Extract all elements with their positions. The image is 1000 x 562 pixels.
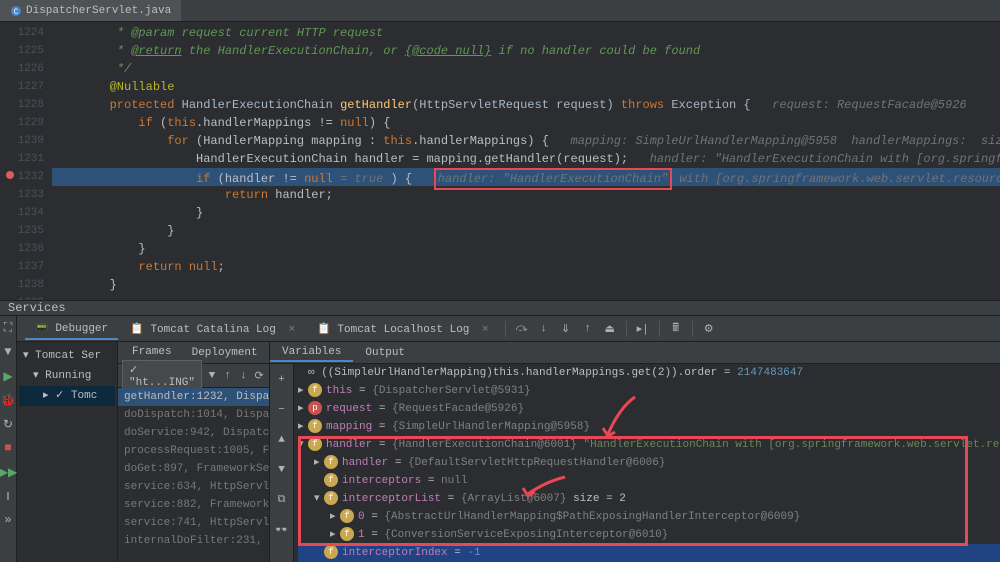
var-interceptors[interactable]: finterceptors = null	[298, 472, 1000, 490]
gutter[interactable]: 1224 1225 1226 1227 1228 1229 1230 1231 …	[0, 22, 52, 300]
tab-localhost-log[interactable]: 📋 Tomcat Localhost Log ×	[307, 319, 499, 339]
line-number[interactable]: 1230	[0, 132, 52, 150]
editor-tab[interactable]: C DispatcherServlet.java	[0, 0, 181, 21]
tab-debugger[interactable]: 📟 Debugger	[25, 318, 118, 340]
step-into-icon[interactable]: ↓	[534, 319, 554, 339]
line-number[interactable]: 1238	[0, 276, 52, 294]
editor-area: C DispatcherServlet.java 1224 1225 1226 …	[0, 0, 1000, 300]
current-execution-line: if (handler != null = true ) { handler: …	[52, 168, 1000, 186]
chevron-down-icon[interactable]: ▼	[206, 366, 218, 386]
tab-variables[interactable]: Variables	[270, 344, 353, 362]
var-interceptor-list[interactable]: ▾finterceptorList = {ArrayList@6007} siz…	[298, 490, 1000, 508]
var-handler[interactable]: ▾fhandler = {HandlerExecutionChain@6001}…	[298, 436, 1000, 454]
line-number-breakpoint[interactable]: 1232	[0, 168, 52, 186]
var-mapping[interactable]: ▸fmapping = {SimpleUrlHandlerMapping@595…	[298, 418, 1000, 436]
frame-item[interactable]: service:634, HttpServlet (javax	[118, 478, 269, 496]
debug-icon[interactable]: 🐞	[0, 392, 16, 408]
var-list-item-1[interactable]: ▸f1 = {ConversionServiceExposingIntercep…	[298, 526, 1000, 544]
vars-list[interactable]: ∞ ((SimpleUrlHandlerMapping)this.handler…	[270, 364, 1000, 562]
run-config-tree[interactable]: ▾ Tomcat Ser ▾ Running ▸ ✓ Tomc	[17, 342, 117, 562]
more-icon[interactable]: »	[0, 512, 16, 528]
frame-item[interactable]: service:741, HttpServlet (javax	[118, 514, 269, 532]
services-title: Services	[8, 301, 66, 315]
frame-item[interactable]: doDispatch:1014, DispatcherS	[118, 406, 269, 424]
editor-tabs: C DispatcherServlet.java	[0, 0, 1000, 22]
frame-item[interactable]: doService:942, DispatcherSe	[118, 424, 269, 442]
frame-item[interactable]: doGet:897, FrameworkServlet	[118, 460, 269, 478]
line-number[interactable]: 1237	[0, 258, 52, 276]
line-number[interactable]: 1234	[0, 204, 52, 222]
settings-icon[interactable]: ⚙	[699, 319, 719, 339]
resume-icon[interactable]: ▶▶	[0, 464, 16, 480]
close-icon[interactable]: ×	[482, 324, 489, 336]
var-this[interactable]: ▸fthis = {DispatcherServlet@5931}	[298, 382, 1000, 400]
line-number[interactable]: 1228	[0, 96, 52, 114]
step-over-icon[interactable]: ⤼	[512, 319, 532, 339]
line-number[interactable]: 1233	[0, 186, 52, 204]
debug-main: 📟 Debugger 📋 Tomcat Catalina Log × 📋 Tom…	[17, 316, 1000, 562]
tree-running[interactable]: ▾ Running	[19, 366, 115, 386]
tree-tomcat[interactable]: ▸ ✓ Tomc	[19, 386, 115, 406]
line-number[interactable]: 1226	[0, 60, 52, 78]
line-number[interactable]: 1239	[0, 294, 52, 300]
refresh-icon[interactable]: ↻	[0, 416, 16, 432]
next-frame-icon[interactable]: ↓	[238, 366, 250, 386]
services-panel: Services ⛶ ▼ ▶ 🐞 ↻ ■ ▶▶ ‖ » 📟 Debugger 📋…	[0, 300, 1000, 562]
filter-icon[interactable]: ▼	[0, 344, 16, 360]
line-number[interactable]: 1227	[0, 78, 52, 96]
tree-root[interactable]: ▾ Tomcat Ser	[19, 346, 115, 366]
breakpoint-icon[interactable]	[6, 171, 14, 179]
variables-panel: Variables Output + − ▲ ▼ ⧉ 👓 ∞ ((SimpleU…	[269, 342, 1000, 562]
frames-toolbar: ✓ "ht...ING" ▼ ↑ ↓ ⟳	[118, 364, 269, 388]
svg-text:C: C	[14, 8, 19, 17]
evaluate-icon[interactable]: 🖩	[666, 319, 686, 339]
watch-expression[interactable]: ∞ ((SimpleUrlHandlerMapping)this.handler…	[298, 364, 1000, 382]
close-icon[interactable]: ×	[288, 324, 295, 336]
var-handler-inner[interactable]: ▸fhandler = {DefaultServletHttpRequestHa…	[298, 454, 1000, 472]
frame-item[interactable]: service:882, FrameworkServlet	[118, 496, 269, 514]
line-number[interactable]: 1229	[0, 114, 52, 132]
run-to-cursor-icon[interactable]: ▸|	[633, 319, 653, 339]
tab-title: DispatcherServlet.java	[26, 5, 171, 17]
vars-header: Variables Output	[270, 342, 1000, 364]
line-number[interactable]: 1224	[0, 24, 52, 42]
drop-frame-icon[interactable]: ⏏	[600, 319, 620, 339]
run-icon[interactable]: ▶	[0, 368, 16, 384]
line-number[interactable]: 1236	[0, 240, 52, 258]
frame-item[interactable]: getHandler:1232, DispatcherS	[118, 388, 269, 406]
var-interceptor-index[interactable]: finterceptorIndex = -1	[298, 544, 1000, 562]
frame-item[interactable]: processRequest:1005, Framew	[118, 442, 269, 460]
step-out-icon[interactable]: ↑	[578, 319, 598, 339]
code-area: 1224 1225 1226 1227 1228 1229 1230 1231 …	[0, 22, 1000, 300]
line-number[interactable]: 1225	[0, 42, 52, 60]
var-list-item-0[interactable]: ▸f0 = {AbstractUrlHandlerMapping$PathExp…	[298, 508, 1000, 526]
line-number[interactable]: 1231	[0, 150, 52, 168]
pause-icon[interactable]: ‖	[0, 488, 16, 504]
tab-catalina-log[interactable]: 📋 Tomcat Catalina Log ×	[120, 319, 305, 339]
services-header: Services	[0, 301, 1000, 316]
services-body: ⛶ ▼ ▶ 🐞 ↻ ■ ▶▶ ‖ » 📟 Debugger 📋 Tomcat C…	[0, 316, 1000, 562]
debug-content: ▾ Tomcat Ser ▾ Running ▸ ✓ Tomc Frames D…	[17, 342, 1000, 562]
var-request[interactable]: ▸prequest = {RequestFacade@5926}	[298, 400, 1000, 418]
line-number[interactable]: 1235	[0, 222, 52, 240]
left-toolbar: ⛶ ▼ ▶ 🐞 ↻ ■ ▶▶ ‖ »	[0, 316, 17, 562]
tab-output[interactable]: Output	[353, 345, 417, 361]
debugger-tabs: 📟 Debugger 📋 Tomcat Catalina Log × 📋 Tom…	[17, 316, 1000, 342]
thread-dropdown[interactable]: ✓ "ht...ING"	[122, 360, 202, 392]
frames-panel: Frames Deployment ✓ "ht...ING" ▼ ↑ ↓ ⟳ g…	[117, 342, 269, 562]
class-icon: C	[10, 5, 22, 17]
filter-frames-icon[interactable]: ⟳	[253, 366, 265, 386]
tab-deployment[interactable]: Deployment	[184, 345, 266, 361]
frames-list[interactable]: getHandler:1232, DispatcherS doDispatch:…	[118, 388, 269, 562]
frame-item[interactable]: internalDoFilter:231, Applicatio	[118, 532, 269, 550]
stop-icon[interactable]: ■	[0, 440, 16, 456]
code-content[interactable]: * @param request current HTTP request * …	[52, 22, 1000, 300]
expand-icon[interactable]: ⛶	[0, 320, 16, 336]
prev-frame-icon[interactable]: ↑	[222, 366, 234, 386]
force-step-into-icon[interactable]: ⇓	[556, 319, 576, 339]
